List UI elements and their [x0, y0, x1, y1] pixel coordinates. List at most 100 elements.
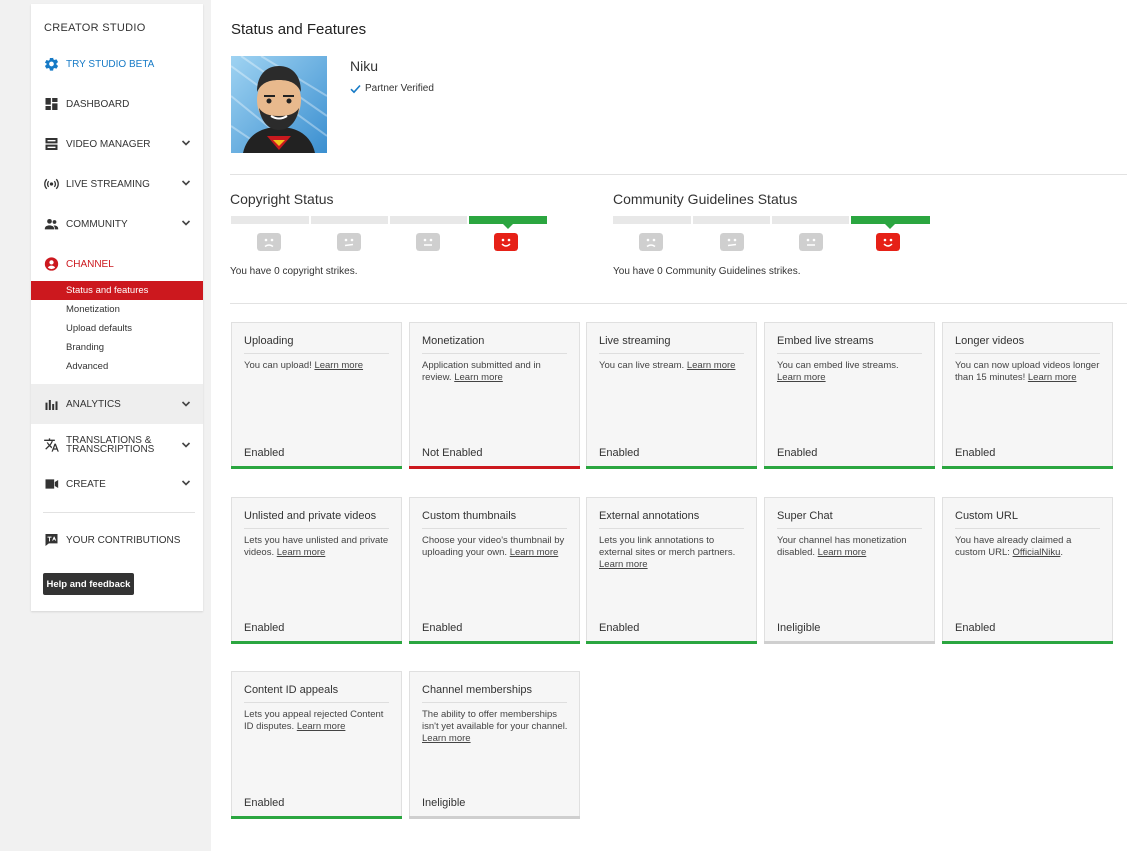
- divider: [230, 303, 1127, 304]
- sub-item-branding[interactable]: Branding: [31, 338, 203, 357]
- card-description: Choose your video's thumbnail by uploadi…: [422, 535, 569, 559]
- sub-item-label: Monetization: [66, 304, 120, 315]
- feature-card-embed-live-streams: Embed live streams You can embed live st…: [764, 322, 935, 469]
- nav-video-manager[interactable]: VIDEO MANAGER: [31, 131, 203, 157]
- card-status: Enabled: [955, 447, 996, 459]
- card-description: You have already claimed a custom URL: O…: [955, 535, 1102, 559]
- card-status: Not Enabled: [422, 447, 483, 459]
- card-description: Your channel has monetization disabled. …: [777, 535, 924, 559]
- chevron-down-icon[interactable]: [181, 440, 191, 450]
- happy-face-icon: [876, 233, 900, 251]
- card-title: Custom thumbnails: [422, 510, 567, 529]
- card-description: The ability to offer memberships isn't y…: [422, 709, 569, 745]
- status-bar: [409, 466, 580, 469]
- learn-more-link[interactable]: Learn more: [1028, 372, 1077, 383]
- channel-avatar: [231, 56, 327, 153]
- card-description: You can live stream. Learn more: [599, 360, 746, 372]
- nav-label: CREATE: [66, 478, 106, 490]
- card-title: Live streaming: [599, 335, 744, 354]
- sub-item-label: Advanced: [66, 361, 109, 372]
- card-description: Lets you have unlisted and private video…: [244, 535, 391, 559]
- pointer-icon: [884, 223, 896, 229]
- sad-face-icon: [257, 233, 281, 251]
- learn-more-link[interactable]: Learn more: [599, 559, 648, 570]
- nav-label: COMMUNITY: [66, 218, 128, 230]
- create-icon: [45, 479, 59, 489]
- learn-more-link[interactable]: Learn more: [314, 360, 363, 371]
- learn-more-link[interactable]: Learn more: [777, 372, 826, 383]
- card-title: Uploading: [244, 335, 389, 354]
- sub-item-monetization[interactable]: Monetization: [31, 300, 203, 319]
- feature-card-longer-videos: Longer videos You can now upload videos …: [942, 322, 1113, 469]
- card-title: Super Chat: [777, 510, 922, 529]
- card-description: Application submitted and in review. Lea…: [422, 360, 569, 384]
- card-description: You can upload! Learn more: [244, 360, 391, 372]
- card-title: Channel memberships: [422, 684, 567, 703]
- card-title: Content ID appeals: [244, 684, 389, 703]
- unhappy-face-icon: [720, 233, 744, 251]
- sub-item-upload-defaults[interactable]: Upload defaults: [31, 319, 203, 338]
- card-desc-suffix: .: [1060, 547, 1064, 558]
- card-description: You can now upload videos longer than 15…: [955, 360, 1102, 384]
- main-content: Status and Features Niku Partner Verifie…: [211, 0, 1136, 851]
- card-description: You can embed live streams. Learn more: [777, 360, 924, 384]
- nav-create[interactable]: CREATE: [31, 471, 203, 497]
- feature-card-unlisted-private: Unlisted and private videos Lets you hav…: [231, 497, 402, 644]
- feature-card-live-streaming: Live streaming You can live stream. Lear…: [586, 322, 757, 469]
- status-bar: [409, 816, 580, 819]
- unhappy-face-icon: [337, 233, 361, 251]
- sub-item-status-and-features[interactable]: Status and features: [31, 281, 203, 300]
- feature-card-content-id-appeals: Content ID appeals Lets you appeal rejec…: [231, 671, 402, 819]
- card-title: Custom URL: [955, 510, 1100, 529]
- learn-more-link[interactable]: Learn more: [818, 547, 867, 558]
- custom-url-link[interactable]: OfficialNiku: [1013, 547, 1061, 558]
- check-icon: [350, 84, 361, 93]
- card-title: Unlisted and private videos: [244, 510, 389, 529]
- card-status: Enabled: [777, 447, 818, 459]
- chevron-down-icon[interactable]: [181, 478, 191, 488]
- nav-label: YOUR CONTRIBUTIONS: [66, 534, 181, 546]
- card-title: Longer videos: [955, 335, 1100, 354]
- card-title: Embed live streams: [777, 335, 922, 354]
- nav-community[interactable]: COMMUNITY: [31, 211, 203, 237]
- card-desc-text: Lets you link annotations to external si…: [599, 535, 736, 558]
- feature-card-external-annotations: External annotations Lets you link annot…: [586, 497, 757, 644]
- chevron-down-icon[interactable]: [181, 178, 191, 188]
- channel-name[interactable]: Niku: [350, 58, 378, 74]
- help-feedback-button[interactable]: Help and feedback: [43, 573, 134, 595]
- card-status: Enabled: [599, 622, 640, 634]
- nav-channel[interactable]: CHANNEL: [31, 251, 203, 277]
- analytics-icon: [45, 400, 58, 410]
- learn-more-link[interactable]: Learn more: [687, 360, 736, 371]
- learn-more-link[interactable]: Learn more: [510, 547, 559, 558]
- sub-item-label: Branding: [66, 342, 105, 353]
- strike-segment: [390, 216, 467, 224]
- nav-label: CHANNEL: [66, 258, 114, 270]
- feature-card-custom-url: Custom URL You have already claimed a cu…: [942, 497, 1113, 644]
- learn-more-link[interactable]: Learn more: [297, 721, 346, 732]
- chevron-down-icon[interactable]: [181, 399, 191, 409]
- card-desc-text: The ability to offer memberships isn't y…: [422, 709, 568, 732]
- page-title: Status and Features: [231, 21, 367, 38]
- learn-more-link[interactable]: Learn more: [454, 372, 503, 383]
- status-bar: [231, 816, 402, 819]
- nav-label: VIDEO MANAGER: [66, 138, 151, 150]
- learn-more-link[interactable]: Learn more: [277, 547, 326, 558]
- nav-dashboard[interactable]: DASHBOARD: [31, 91, 203, 117]
- status-bar: [409, 641, 580, 644]
- status-bar: [231, 466, 402, 469]
- nav-try-studio-beta[interactable]: TRY STUDIO BETA: [31, 51, 203, 77]
- sub-item-advanced[interactable]: Advanced: [31, 357, 203, 376]
- nav-analytics[interactable]: ANALYTICS: [31, 384, 203, 424]
- nav-translations[interactable]: TRANSLATIONS & TRANSCRIPTIONS: [31, 431, 203, 459]
- partner-status-text: Partner Verified: [365, 83, 434, 94]
- strike-segment: [693, 216, 770, 224]
- community-status-title: Community Guidelines Status: [613, 191, 798, 207]
- chevron-down-icon[interactable]: [181, 138, 191, 148]
- learn-more-link[interactable]: Learn more: [422, 733, 471, 744]
- nav-your-contributions[interactable]: YOUR CONTRIBUTIONS: [31, 527, 203, 553]
- feature-card-monetization: Monetization Application submitted and i…: [409, 322, 580, 469]
- chevron-down-icon[interactable]: [181, 218, 191, 228]
- divider: [230, 174, 1127, 175]
- nav-live-streaming[interactable]: LIVE STREAMING: [31, 171, 203, 197]
